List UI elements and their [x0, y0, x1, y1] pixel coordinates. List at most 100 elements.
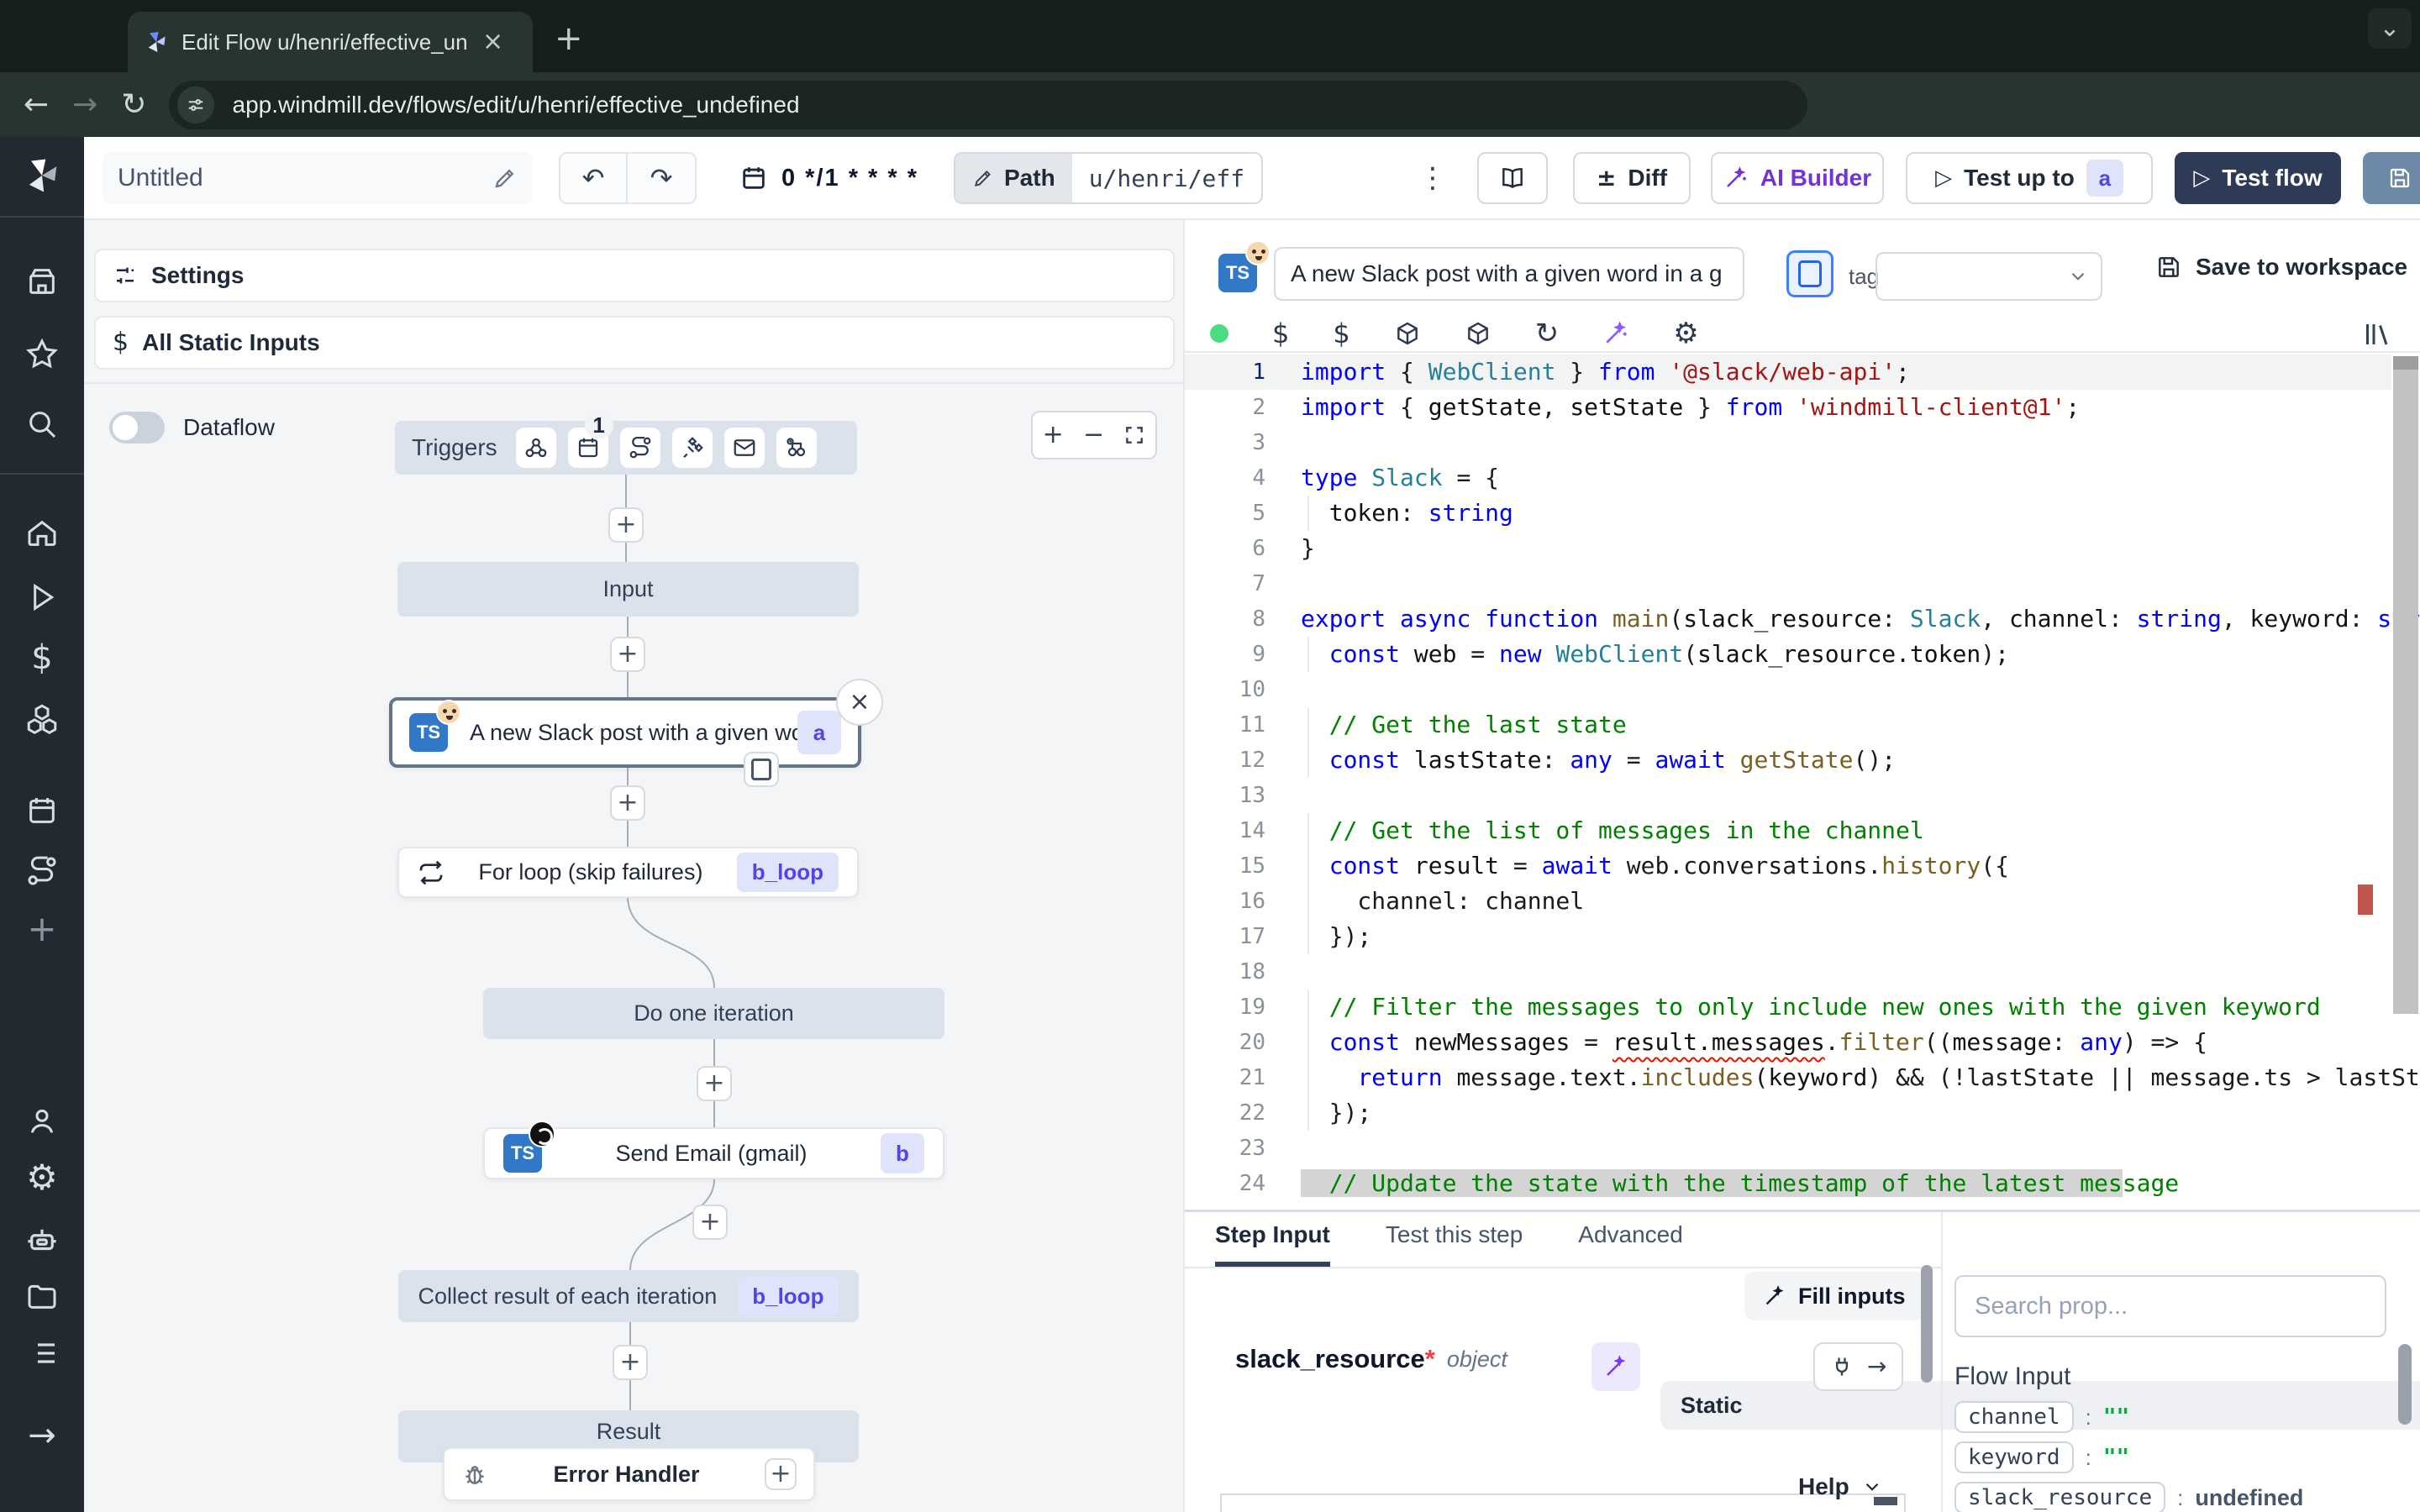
flow-node-input[interactable]: Input	[397, 562, 859, 617]
code-line[interactable]: 5 token: string	[1185, 496, 2391, 531]
path-group[interactable]: Path u/henri/eff	[954, 152, 1263, 204]
code-line[interactable]: 12 const lastState: any = await getState…	[1185, 743, 2391, 778]
add-step-button[interactable]: +	[613, 1345, 648, 1380]
schedule-trigger-icon[interactable]: 1	[568, 428, 608, 468]
fill-inputs-button[interactable]: Fill inputs	[1744, 1272, 1924, 1320]
code-line[interactable]: 2import { getState, setState } from 'win…	[1185, 390, 2391, 425]
code-line[interactable]: 9 const web = new WebClient(slack_resour…	[1185, 637, 2391, 672]
prop-pill[interactable]: keyword	[1954, 1441, 2074, 1473]
connect-input-button[interactable]: →	[1813, 1342, 1903, 1391]
reload-script-icon[interactable]: ↻	[1535, 319, 1560, 348]
search-icon[interactable]	[0, 407, 84, 441]
test-flow-button[interactable]: ▷ Test flow	[2175, 152, 2341, 204]
variables-icon[interactable]: $	[0, 641, 84, 675]
code-line[interactable]: 23	[1185, 1131, 2391, 1166]
diff-button[interactable]: ± Diff	[1573, 152, 1691, 204]
code-line[interactable]: 24 // Update the state with the timestam…	[1185, 1166, 2391, 1201]
code-line[interactable]: 11 // Get the last state	[1185, 707, 2391, 743]
code-line[interactable]: 18	[1185, 954, 2391, 990]
code-line[interactable]: 20 const newMessages = result.messages.f…	[1185, 1025, 2391, 1060]
code-line[interactable]: 6}	[1185, 531, 2391, 566]
add-step-button[interactable]: +	[692, 1205, 728, 1240]
more-options-icon[interactable]: ⋮	[1407, 152, 1458, 204]
props-scrollbar[interactable]	[2398, 1344, 2412, 1425]
flow-node-collect-result[interactable]: Collect result of each iteration b_loop	[398, 1270, 859, 1322]
workers-icon[interactable]	[0, 1222, 84, 1257]
settings-gear-icon[interactable]: ⚙	[0, 1160, 84, 1195]
favorites-star-icon[interactable]	[0, 337, 84, 370]
add-error-handler-button[interactable]: +	[765, 1458, 797, 1490]
code-line[interactable]: 10	[1185, 672, 2391, 707]
add-step-button[interactable]: +	[610, 637, 645, 672]
poll-trigger-icon[interactable]	[776, 428, 817, 468]
docs-button[interactable]	[1477, 152, 1548, 204]
package-icon[interactable]	[1394, 320, 1421, 347]
delete-step-button[interactable]: ×	[836, 679, 883, 726]
ai-builder-button[interactable]: AI Builder	[1711, 152, 1884, 204]
new-tab-button[interactable]: +	[555, 22, 583, 55]
runs-icon[interactable]	[0, 580, 84, 614]
browser-tab[interactable]: Edit Flow u/henri/effective_un ×	[128, 12, 533, 72]
code-line[interactable]: 22 });	[1185, 1095, 2391, 1131]
ai-wand-icon[interactable]	[1602, 320, 1629, 347]
prop-pill[interactable]: channel	[1954, 1401, 2074, 1433]
code-line[interactable]: 17 });	[1185, 919, 2391, 954]
code-line[interactable]: 7	[1185, 566, 2391, 601]
path-value[interactable]: u/henri/eff	[1072, 154, 1261, 202]
email-trigger-icon[interactable]	[724, 428, 765, 468]
windmill-logo-icon[interactable]	[0, 154, 84, 197]
http-route-trigger-icon[interactable]	[620, 428, 660, 468]
code-line[interactable]: 8export async function main(slack_resour…	[1185, 601, 2391, 637]
webhook-trigger-icon[interactable]	[516, 428, 556, 468]
back-icon[interactable]: ←	[24, 90, 49, 120]
edit-pencil-icon[interactable]	[492, 165, 518, 191]
suspend-toggle-button[interactable]	[1786, 250, 1833, 297]
redo-button[interactable]: ↷	[628, 154, 695, 202]
flow-node-send-email[interactable]: TS Send Email (gmail) b	[483, 1127, 944, 1179]
tab-search-icon[interactable]: ⌄	[2368, 8, 2412, 49]
code-editor[interactable]: 1import { WebClient } from '@slack/web-a…	[1185, 354, 2420, 1233]
tab-close-icon[interactable]: ×	[482, 29, 503, 55]
expand-sidebar-icon[interactable]: →	[0, 1419, 84, 1452]
editor-settings-gear-icon[interactable]: ⚙	[1673, 319, 1698, 348]
add-step-button[interactable]: +	[608, 507, 644, 543]
flow-node-slack-step[interactable]: TS A new Slack post with a given wor... …	[389, 697, 861, 768]
code-line[interactable]: 4type Slack = {	[1185, 460, 2391, 496]
panel-scrollbar[interactable]	[1921, 1265, 1933, 1383]
code-line[interactable]: 15 const result = await web.conversation…	[1185, 848, 2391, 884]
draft-button[interactable]: Draft	[2363, 152, 2420, 204]
ai-fill-prop-button[interactable]	[1591, 1342, 1640, 1391]
library-icon[interactable]	[2360, 319, 2393, 349]
code-line[interactable]: 3	[1185, 425, 2391, 460]
schedule-summary[interactable]: 0 */1 * * * *	[739, 152, 918, 204]
variables-icon[interactable]: $	[1272, 320, 1289, 347]
users-icon[interactable]	[0, 1105, 84, 1138]
search-prop-input[interactable]: Search prop...	[1954, 1275, 2386, 1337]
code-line[interactable]: 1import { WebClient } from '@slack/web-a…	[1185, 354, 2391, 390]
reload-icon[interactable]: ↻	[121, 90, 146, 120]
websocket-trigger-icon[interactable]	[672, 428, 713, 468]
tab-advanced[interactable]: Advanced	[1578, 1221, 1683, 1267]
add-step-button[interactable]: +	[610, 785, 645, 821]
undo-button[interactable]: ↶	[560, 154, 628, 202]
package-icon[interactable]	[1465, 320, 1491, 347]
home-icon[interactable]	[0, 517, 84, 550]
flow-node-do-one-iteration[interactable]: Do one iteration	[483, 988, 944, 1039]
flow-node-error-handler[interactable]: Error Handler +	[443, 1447, 815, 1501]
resources-dollar-icon[interactable]: $	[1333, 320, 1349, 347]
early-stop-button[interactable]	[744, 752, 779, 787]
routes-icon[interactable]	[0, 854, 84, 888]
flow-node-forloop[interactable]: For loop (skip failures) b_loop	[397, 847, 859, 898]
help-toggle[interactable]: Help	[1798, 1473, 1883, 1500]
tag-select[interactable]	[1876, 252, 2102, 301]
prop-pill[interactable]: slack_resource	[1954, 1482, 2165, 1512]
test-up-to-step-badge[interactable]: a	[2086, 160, 2123, 197]
add-icon[interactable]: +	[0, 911, 84, 947]
step-summary-input[interactable]: A new Slack post with a given word in a …	[1274, 247, 1744, 301]
save-to-workspace-button[interactable]: Save to workspace	[2155, 254, 2407, 281]
logs-icon[interactable]	[0, 1336, 84, 1370]
flow-title-input[interactable]: Untitled	[103, 152, 533, 204]
workspace-icon[interactable]	[0, 265, 84, 298]
code-line[interactable]: 19 // Filter the messages to only includ…	[1185, 990, 2391, 1025]
test-up-to-button[interactable]: ▷ Test up to a	[1906, 152, 2153, 204]
